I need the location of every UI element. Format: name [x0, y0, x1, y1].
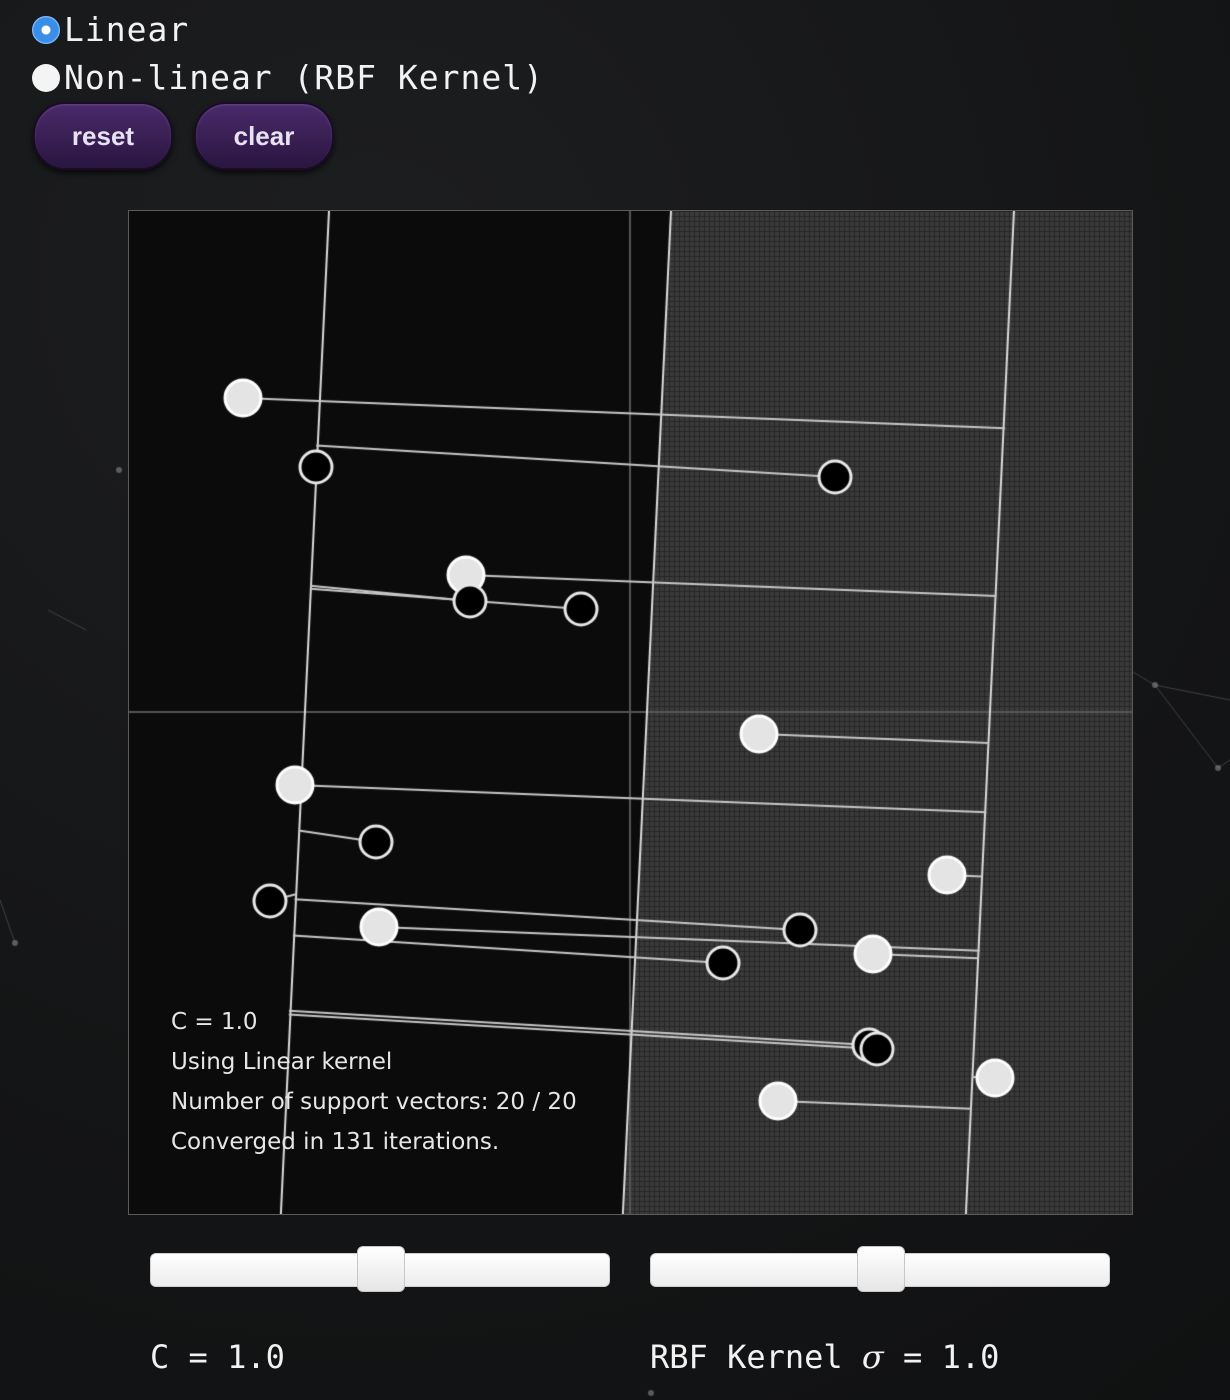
sigma-symbol: σ [861, 1338, 884, 1376]
clear-button[interactable]: clear [194, 102, 334, 170]
radio-linear-indicator[interactable] [32, 15, 60, 44]
info-kernel: Using Linear kernel [171, 1049, 393, 1075]
radio-rbf[interactable]: Non-linear (RBF Kernel) [32, 58, 544, 97]
radio-linear[interactable]: Linear [32, 10, 189, 49]
svm-canvas-panel[interactable]: C = 1.0 Using Linear kernel Number of su… [128, 210, 1133, 1215]
sigma-label: RBF Kernel σ = 1.0 [650, 1338, 999, 1376]
c-slider[interactable] [150, 1246, 610, 1292]
radio-rbf-label: Non-linear (RBF Kernel) [64, 58, 544, 97]
info-support-vectors: Number of support vectors: 20 / 20 [171, 1089, 577, 1115]
reset-button[interactable]: reset [33, 102, 173, 170]
sigma-label-prefix: RBF Kernel [650, 1338, 862, 1376]
sigma-label-suffix: = 1.0 [883, 1338, 1000, 1376]
info-iterations: Converged in 131 iterations. [171, 1129, 500, 1155]
radio-linear-label: Linear [64, 10, 190, 49]
c-slider-handle[interactable] [357, 1246, 405, 1292]
c-label: C = 1.0 [150, 1338, 285, 1376]
sigma-slider-handle[interactable] [857, 1246, 905, 1292]
sigma-slider[interactable] [650, 1246, 1110, 1292]
radio-rbf-indicator[interactable] [32, 63, 60, 92]
info-c-value: C = 1.0 [171, 1009, 258, 1035]
